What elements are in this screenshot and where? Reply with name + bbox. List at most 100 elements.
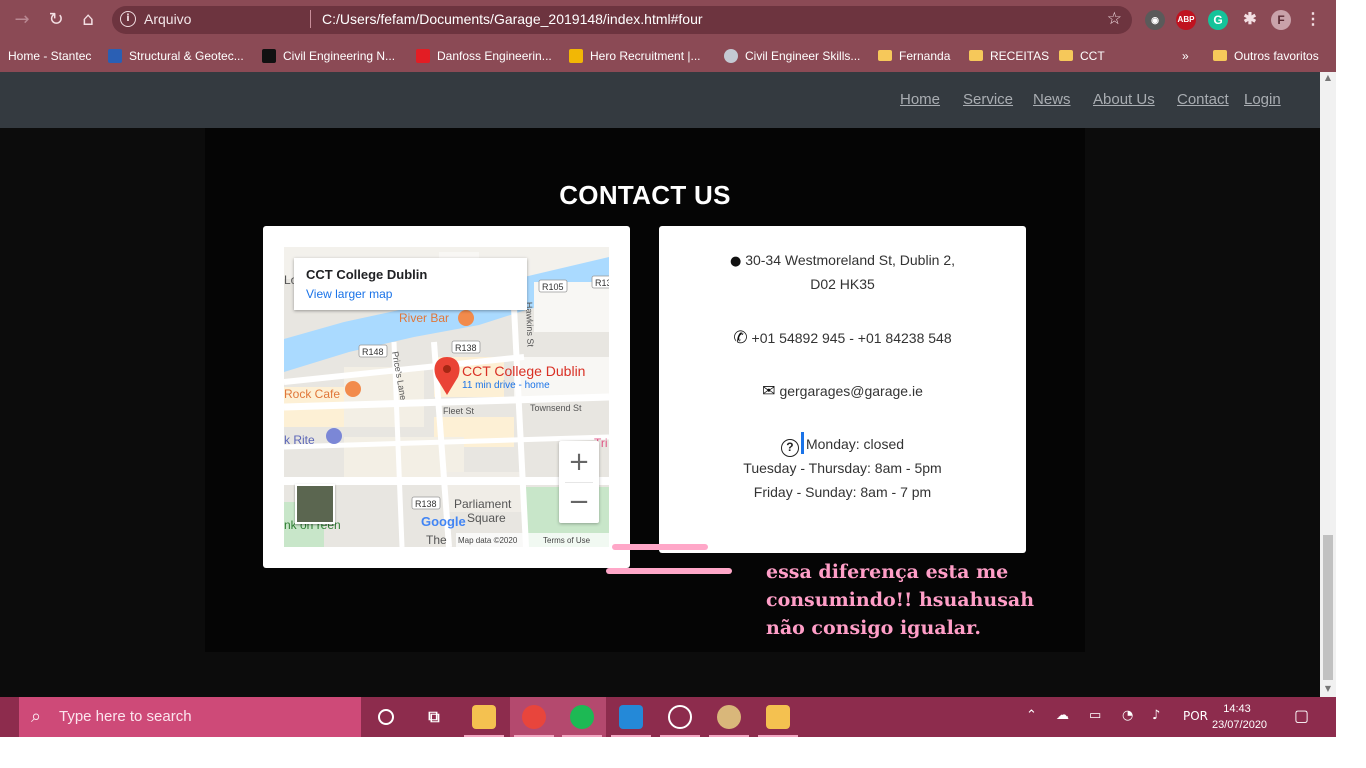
tray-overflow-icon[interactable]: ⌃ (1026, 708, 1037, 723)
nav-about-link[interactable]: About Us (1093, 91, 1155, 108)
bookmark-cct[interactable]: CCT (1059, 46, 1105, 66)
clock-time: 14:43 (1223, 703, 1251, 715)
scrollbar-thumb[interactable] (1323, 535, 1333, 680)
phone-line: ✆ +01 54892 945 - +01 84238 548 (659, 326, 1026, 350)
note-line: consumindo!! hsuahusah (766, 589, 1035, 611)
location-extension-icon[interactable]: ◉ (1145, 10, 1165, 30)
shop-marker-icon[interactable] (326, 428, 342, 444)
url-text[interactable]: C:/Users/fefam/Documents/Garage_2019148/… (322, 11, 703, 27)
nav-contact-link[interactable]: Contact (1177, 91, 1229, 108)
bookmark-other-favorites[interactable]: Outros favoritos (1213, 46, 1319, 66)
restaurant-marker-icon[interactable] (345, 381, 361, 397)
profile-initial: F (1277, 13, 1285, 27)
adblock-icon[interactable]: ABP (1176, 10, 1196, 30)
bookmark-label: CCT (1080, 49, 1105, 63)
map-label-river-bar: River Bar (399, 311, 449, 325)
bookmark-label: Home - Stantec (8, 49, 92, 63)
info-icon[interactable]: i (120, 11, 136, 27)
language-indicator[interactable]: POR (1183, 709, 1208, 723)
scroll-up-arrow-icon[interactable]: ▲ (1320, 73, 1336, 85)
phone-icon: ✆ (733, 328, 748, 348)
bookmark-receitas[interactable]: RECEITAS (969, 46, 1049, 66)
map-label-townsend-st: Townsend St (530, 403, 582, 413)
task-view-button[interactable]: ⧉ (410, 697, 458, 737)
profile-avatar[interactable]: F (1271, 10, 1291, 30)
address-text: 30-34 Westmoreland St, Dublin 2, (745, 252, 956, 268)
browser-toolbar: → ↻ ⌂ i Arquivo C:/Users/fefam/Documents… (0, 0, 1336, 40)
restaurant-marker-icon[interactable] (458, 310, 474, 326)
vscode-button[interactable] (607, 697, 655, 737)
nav-login-link[interactable]: Login (1244, 91, 1281, 108)
photos-icon (668, 705, 692, 729)
view-larger-map-link[interactable]: View larger map (306, 287, 392, 301)
onedrive-icon[interactable]: ☁ (1056, 708, 1069, 723)
notifications-icon[interactable]: ▢ (1294, 706, 1309, 725)
bookmark-home-stantec[interactable]: Home - Stantec (8, 46, 91, 66)
envelope-icon: ✉ (762, 381, 776, 400)
scroll-down-arrow-icon[interactable]: ▼ (1320, 684, 1336, 696)
bookmark-label: Danfoss Engineerin... (437, 49, 552, 63)
bookmark-favicon-icon (416, 49, 430, 63)
taskbar-clock[interactable]: 14:43 23/07/2020 (1212, 701, 1267, 733)
road-label: R13 (595, 278, 609, 288)
hours-monday-text: Monday: closed (805, 436, 905, 452)
home-icon[interactable]: ⌂ (76, 8, 100, 32)
volume-icon[interactable]: ♪ (1152, 708, 1160, 723)
annotation-stroke (606, 568, 732, 574)
cortana-button[interactable] (362, 697, 410, 737)
bookmarks-bar: Home - Stantec Structural & Geotec... Ci… (0, 40, 1336, 72)
nav-service-link[interactable]: Service (963, 91, 1013, 108)
map-label-rite: k Rite (284, 433, 315, 447)
zoom-out-button[interactable]: − (559, 487, 599, 517)
map-terms-link[interactable]: Terms of Use (543, 536, 591, 545)
email-text: gergarages@garage.ie (779, 383, 923, 399)
grammarly-icon[interactable]: G (1208, 10, 1228, 30)
bookmark-hero-recruitment[interactable]: Hero Recruitment |... (569, 46, 700, 66)
bookmark-civil-eng-news[interactable]: Civil Engineering N... (262, 46, 395, 66)
folder-icon (1213, 50, 1227, 61)
paint-button[interactable] (705, 697, 753, 737)
site-navbar: Home Service News About Us Contact Login (0, 72, 1320, 128)
photos-button[interactable] (656, 697, 704, 737)
file-explorer-button[interactable] (460, 697, 508, 737)
address-line-2: D02 HK35 (810, 276, 875, 292)
bookmark-star-icon[interactable]: ☆ (1107, 9, 1122, 29)
map-label-fleet-st: Fleet St (443, 406, 475, 416)
bookmark-label: Hero Recruitment |... (590, 49, 701, 63)
folder-icon (472, 705, 496, 729)
battery-icon[interactable]: ▭ (1089, 708, 1101, 723)
bookmark-danfoss[interactable]: Danfoss Engineerin... (416, 46, 552, 66)
search-icon: ⌕ (31, 706, 42, 727)
menu-kebab-icon[interactable]: ⋮ (1303, 10, 1323, 30)
scheme-label: Arquivo (144, 11, 192, 27)
zoom-in-button[interactable]: + (559, 447, 599, 477)
road-label: R138 (455, 343, 477, 353)
bookmark-favicon-icon (569, 49, 583, 63)
annotation-stroke (612, 544, 708, 550)
wifi-icon[interactable]: ◔ (1122, 708, 1133, 723)
sticky-app-button[interactable] (754, 697, 802, 737)
question-circle-icon: ? (780, 439, 799, 457)
bookmark-favicon-icon (724, 49, 738, 63)
satellite-toggle-button[interactable] (295, 484, 335, 524)
map-label-parliament: Parliament (454, 497, 512, 511)
windows-taskbar: ⌕ Type here to search ⧉ ⌃ ☁ ▭ ◔ ♪ POR 14… (0, 697, 1336, 737)
bookmark-structural[interactable]: Structural & Geotec... (108, 46, 244, 66)
folder-icon (1059, 50, 1073, 61)
bookmark-civil-skills[interactable]: Civil Engineer Skills... (724, 46, 860, 66)
forward-icon[interactable]: → (10, 8, 34, 32)
reload-icon[interactable]: ↻ (44, 8, 68, 32)
chrome-icon (522, 705, 546, 729)
chrome-button[interactable] (510, 697, 558, 737)
nav-news-link[interactable]: News (1033, 91, 1071, 108)
bookmarks-overflow-button[interactable]: » (1182, 46, 1189, 66)
nav-home-link[interactable]: Home (900, 91, 940, 108)
address-bar[interactable]: i Arquivo C:/Users/fefam/Documents/Garag… (112, 6, 1132, 34)
taskbar-search-box[interactable]: ⌕ Type here to search (19, 697, 361, 737)
map-zoom-control: + − (559, 441, 599, 523)
road-label: R148 (362, 347, 384, 357)
bookmark-fernanda[interactable]: Fernanda (878, 46, 950, 66)
extensions-puzzle-icon[interactable]: ✱ (1240, 10, 1260, 30)
spotify-button[interactable] (558, 697, 606, 737)
folder-icon (969, 50, 983, 61)
